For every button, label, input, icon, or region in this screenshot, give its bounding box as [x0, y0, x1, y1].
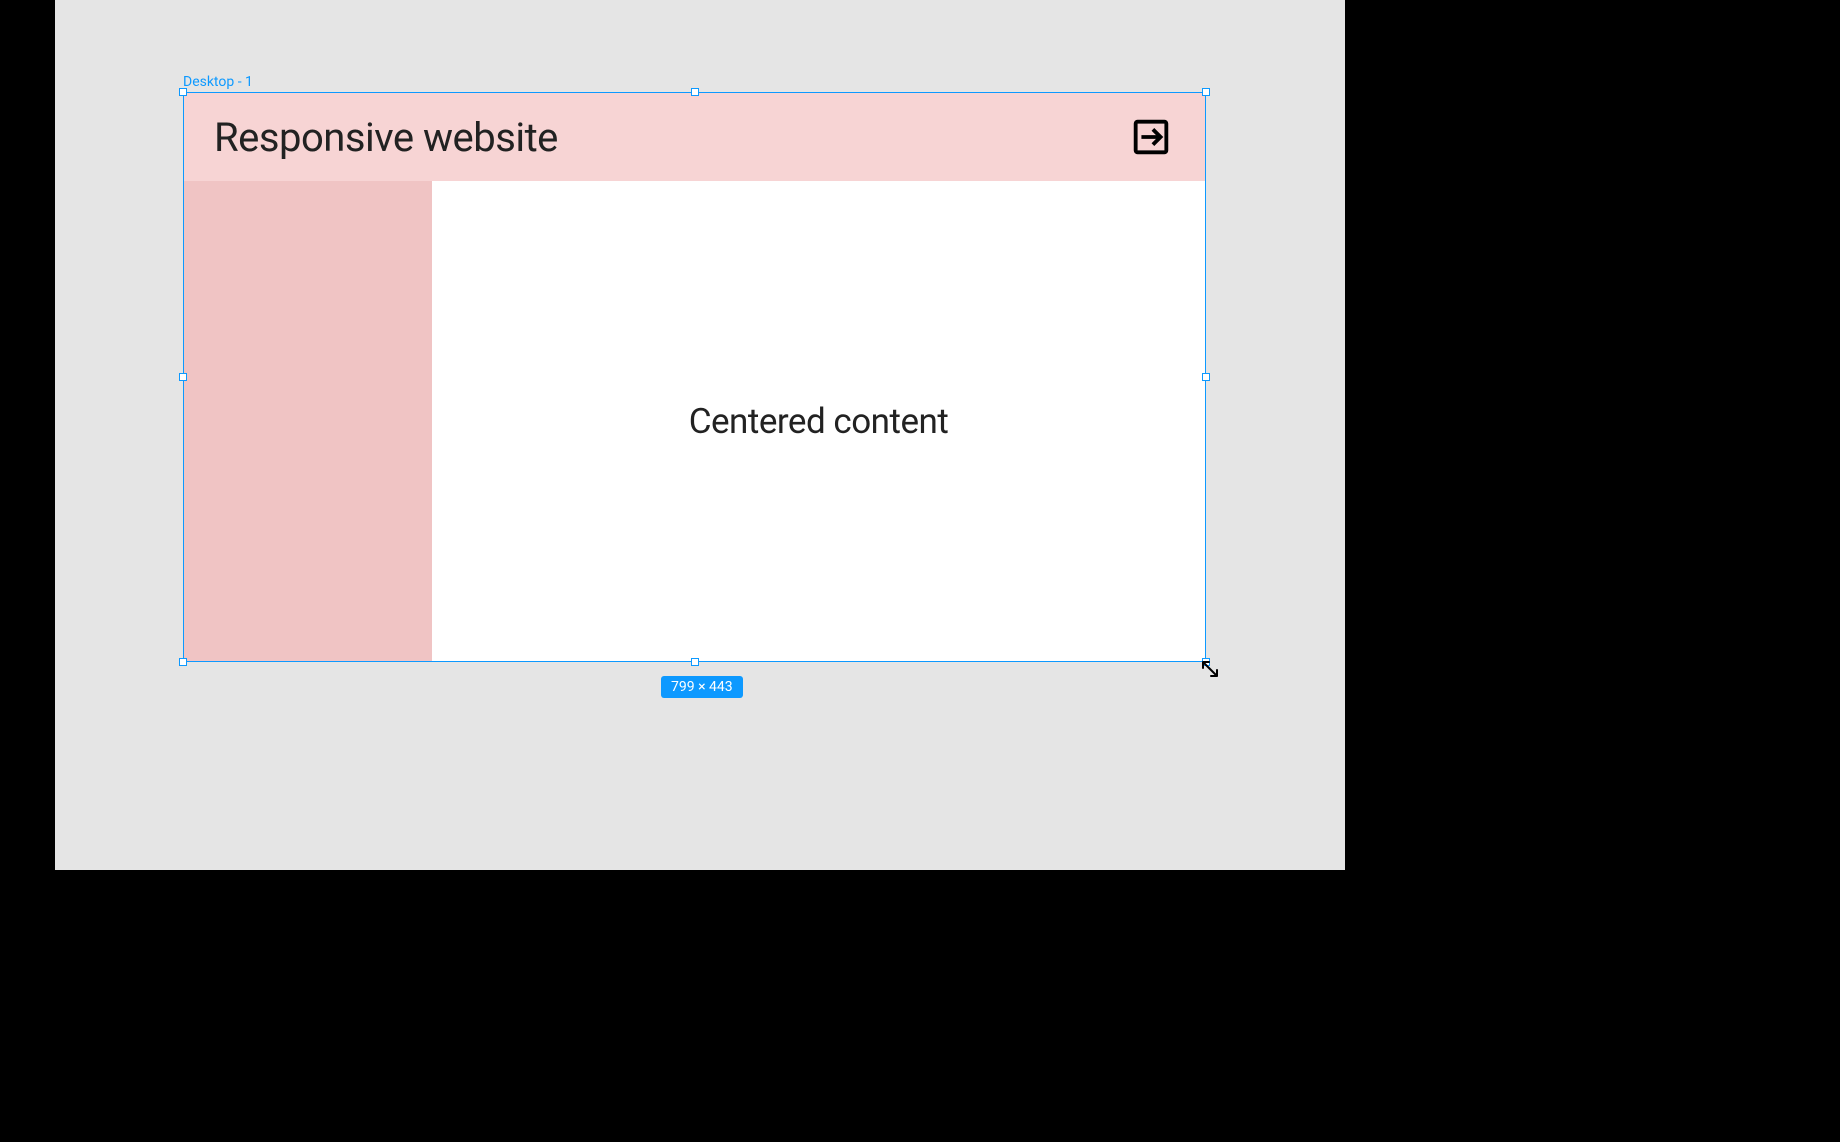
selection-handle-middle-right[interactable]	[1202, 373, 1210, 381]
mockup-header-title: Responsive website	[214, 114, 558, 161]
selection-handle-top-left[interactable]	[179, 88, 187, 96]
exit-icon	[1127, 113, 1175, 161]
selection-handle-bottom-middle[interactable]	[691, 658, 699, 666]
selection-handle-bottom-right[interactable]	[1202, 658, 1210, 666]
mockup-content-text: Centered content	[689, 401, 949, 442]
selection-handle-middle-left[interactable]	[179, 373, 187, 381]
mockup-sidebar	[184, 181, 432, 661]
selection-handle-top-middle[interactable]	[691, 88, 699, 96]
mockup-body: Centered content	[184, 181, 1205, 661]
dimensions-badge: 799 × 443	[661, 676, 743, 698]
mockup-header: Responsive website	[184, 93, 1205, 181]
selection-handle-top-right[interactable]	[1202, 88, 1210, 96]
design-canvas[interactable]: Desktop - 1 Responsive website Centered …	[55, 0, 1345, 870]
mockup-content-area: Centered content	[432, 181, 1205, 661]
frame-name-label[interactable]: Desktop - 1	[183, 74, 253, 90]
selection-handle-bottom-left[interactable]	[179, 658, 187, 666]
selected-frame[interactable]: Responsive website Centered content	[183, 92, 1206, 662]
